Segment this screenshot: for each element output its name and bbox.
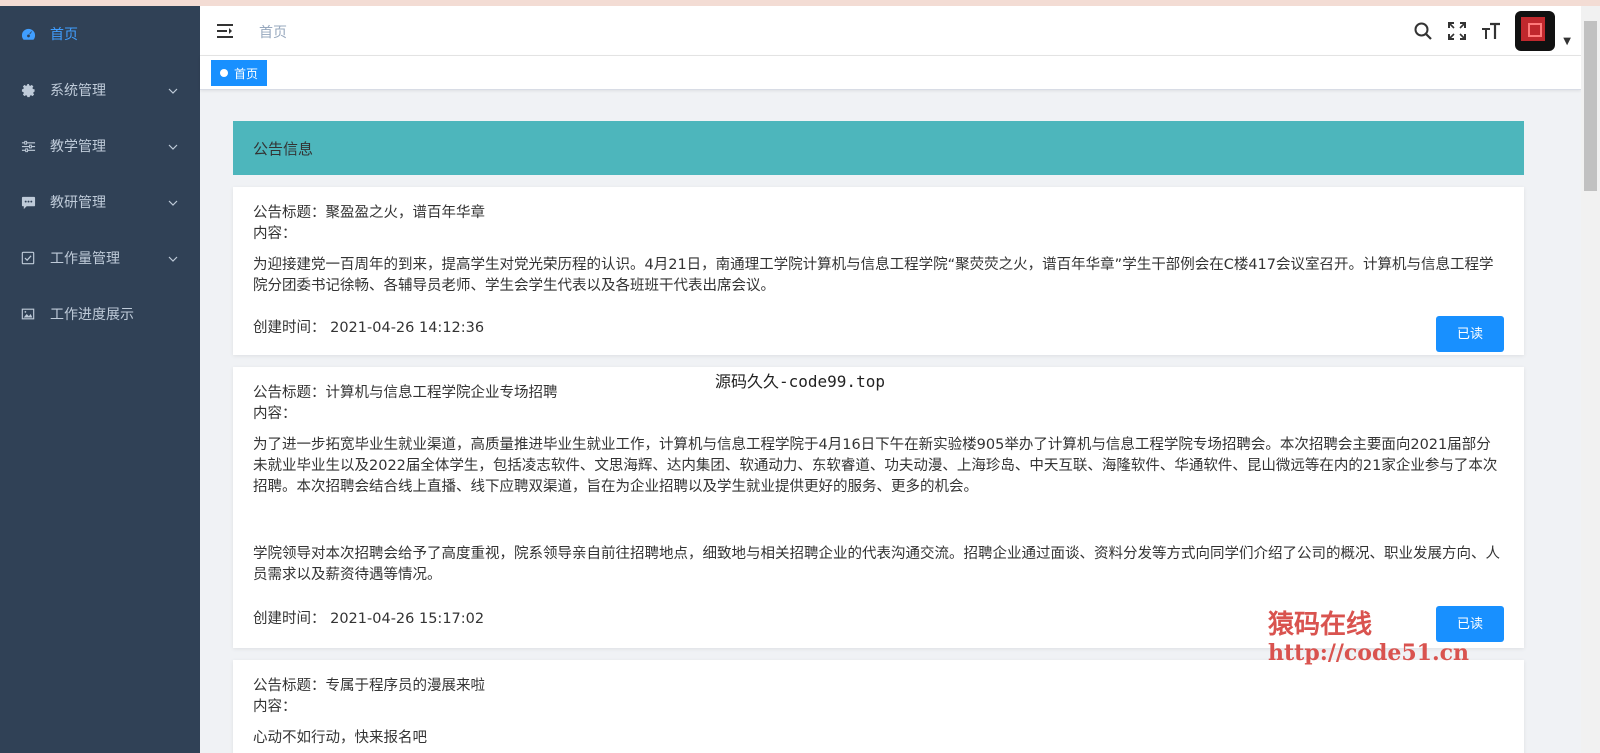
scrollbar-thumb[interactable] <box>1584 21 1597 191</box>
navbar-right-menu: ▼ <box>1413 6 1581 56</box>
tags-view: 首页 <box>200 56 1581 90</box>
sidebar-item-system[interactable]: 系统管理 <box>0 62 200 118</box>
notice-paragraph: 学院领导对本次招聘会给予了高度重视，院系领导亲自前往招聘地点，细致地与相关招聘企… <box>253 546 1500 583</box>
chevron-down-icon <box>168 252 178 268</box>
font-size-icon[interactable] <box>1481 21 1501 41</box>
scrollbar[interactable] <box>1581 6 1600 753</box>
notice-content-label: 内容： <box>253 226 297 242</box>
sidebar-item-label: 工作量管理 <box>50 251 120 267</box>
sidebar-item-label: 教研管理 <box>50 195 106 211</box>
tag-home[interactable]: 首页 <box>211 60 268 86</box>
sidebar-item-label: 教学管理 <box>50 139 106 155</box>
notice-content-label: 内容： <box>253 699 297 715</box>
notice-title: 公告标题：聚盈盈之火，谱百年华章 <box>253 205 485 221</box>
gear-icon <box>20 82 36 98</box>
notice-card: 公告标题：聚盈盈之火，谱百年华章 内容： 为迎接建党一百周年的到来，提高学生对党… <box>233 187 1524 355</box>
checkbox-icon <box>20 250 36 266</box>
user-dropdown[interactable]: ▼ <box>1515 11 1571 51</box>
notice-title: 公告标题：专属于程序员的漫展来啦 <box>253 678 485 694</box>
time-value: 2021-04-26 15:17:02 <box>330 611 485 627</box>
mark-read-button[interactable]: 已读 <box>1436 606 1504 642</box>
breadcrumb: 首页 <box>259 25 287 41</box>
time-label: 创建时间： <box>253 320 326 336</box>
sidebar-item-label: 系统管理 <box>50 83 106 99</box>
time-label: 创建时间： <box>253 611 326 627</box>
notice-header: 公告信息 <box>233 121 1524 175</box>
image-icon <box>20 306 36 322</box>
sidebar-item-teaching[interactable]: 教学管理 <box>0 118 200 174</box>
watermark-title: 猿码在线 <box>1268 610 1373 640</box>
sidebar-item-workload[interactable]: 工作量管理 <box>0 230 200 286</box>
sidebar: 首页 系统管理 教学管理 教研管理 工作量管理 工作进度展示 <box>0 6 200 753</box>
chat-icon <box>20 194 36 210</box>
notice-paragraph: 为了进一步拓宽毕业生就业渠道，高质量推进毕业生就业工作，计算机与信息工程学院于4… <box>253 437 1498 495</box>
notice-paragraph: 心动不如行动，快来报名吧 <box>253 730 427 746</box>
mark-read-button[interactable]: 已读 <box>1436 316 1504 352</box>
dashboard-icon <box>20 26 36 42</box>
sidebar-item-label: 首页 <box>50 27 78 43</box>
chevron-down-icon <box>168 140 178 156</box>
caret-down-icon: ▼ <box>1563 36 1571 47</box>
notice-content-label: 内容： <box>253 406 297 422</box>
watermark-url: http://code51.cn <box>1268 640 1470 666</box>
watermark-center: 源码久久-code99.top <box>715 372 885 391</box>
sidebar-item-progress[interactable]: 工作进度展示 <box>0 286 200 342</box>
navbar: 首页 ▼ <box>200 6 1581 56</box>
chevron-down-icon <box>168 196 178 212</box>
avatar[interactable] <box>1515 11 1556 51</box>
notice-time: 创建时间： 2021-04-26 14:12:36 <box>253 318 484 339</box>
sidebar-item-label: 工作进度展示 <box>50 307 134 323</box>
sliders-icon <box>20 138 36 154</box>
notice-card: 公告标题：专属于程序员的漫展来啦 内容： 心动不如行动，快来报名吧 <box>233 660 1524 753</box>
hamburger-icon[interactable] <box>215 21 235 41</box>
time-value: 2021-04-26 14:12:36 <box>330 320 485 336</box>
notice-time: 创建时间： 2021-04-26 15:17:02 <box>253 609 484 630</box>
chevron-down-icon <box>168 84 178 100</box>
tag-label: 首页 <box>234 66 259 81</box>
search-icon[interactable] <box>1413 21 1433 41</box>
sidebar-item-home[interactable]: 首页 <box>0 6 200 62</box>
notice-paragraph: 为迎接建党一百周年的到来，提高学生对党光荣历程的认识。4月21日，南通理工学院计… <box>253 257 1494 294</box>
fullscreen-icon[interactable] <box>1447 21 1467 41</box>
sidebar-item-research[interactable]: 教研管理 <box>0 174 200 230</box>
active-dot-icon <box>220 69 228 77</box>
